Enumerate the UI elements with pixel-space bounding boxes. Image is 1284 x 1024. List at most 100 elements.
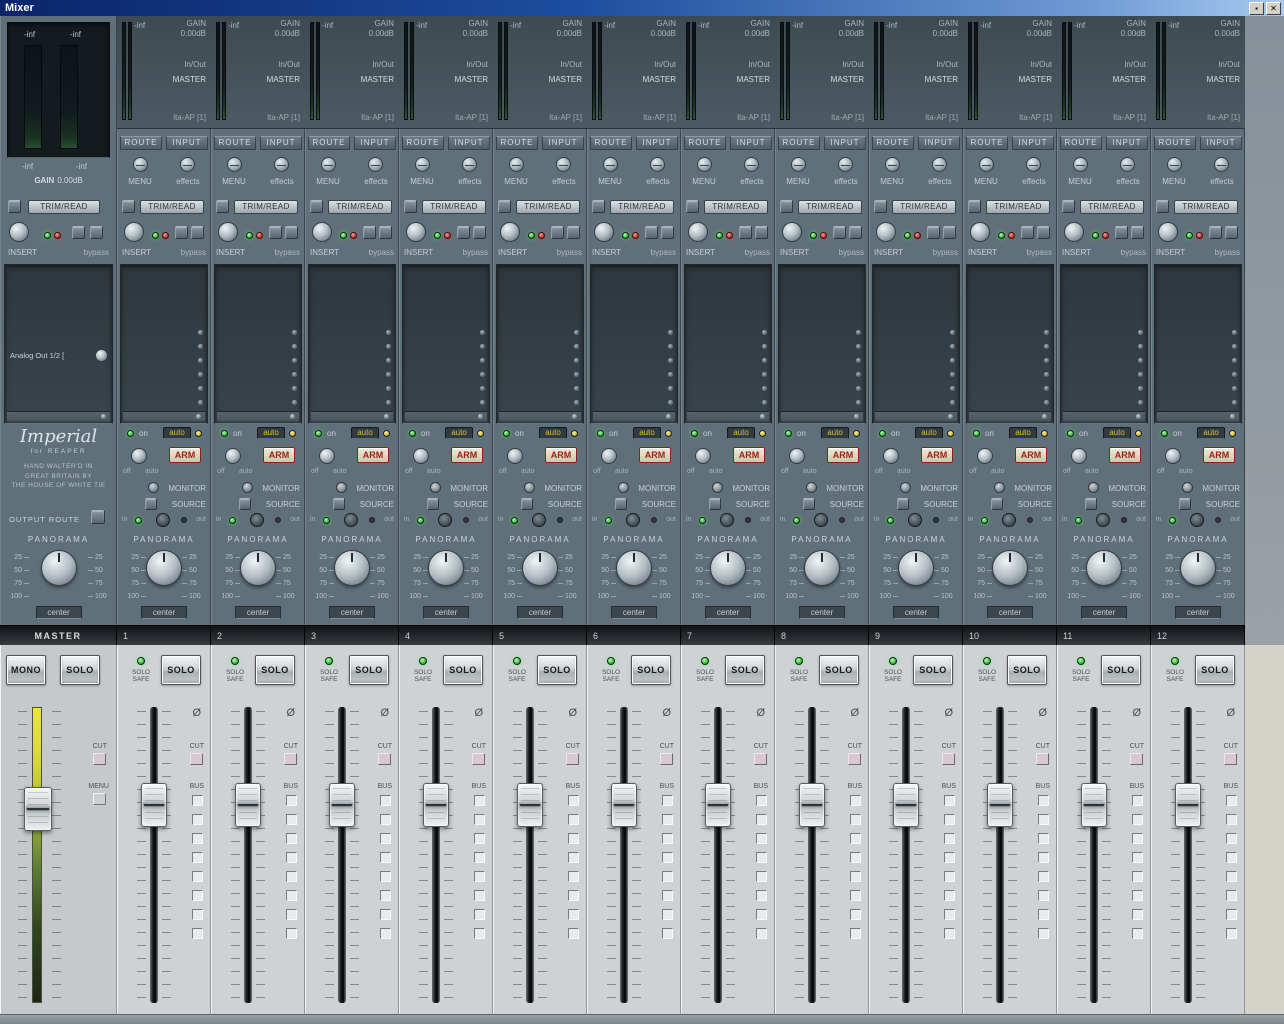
fx-add-slot[interactable] bbox=[593, 411, 675, 421]
fx-insert-list[interactable] bbox=[1060, 264, 1148, 424]
automation-button[interactable]: auto bbox=[821, 427, 849, 439]
cut-button[interactable] bbox=[848, 753, 861, 765]
monitor-button[interactable] bbox=[148, 482, 159, 493]
fx-add-slot[interactable] bbox=[499, 411, 581, 421]
io-select-knob[interactable] bbox=[720, 513, 734, 527]
bus-checkbox[interactable] bbox=[568, 833, 579, 844]
track-on-led[interactable] bbox=[503, 430, 510, 437]
bus-checkbox[interactable] bbox=[756, 909, 767, 920]
fx-insert-list[interactable] bbox=[496, 264, 584, 424]
channel-tab[interactable]: 7 bbox=[681, 625, 775, 645]
bypass-button[interactable] bbox=[849, 226, 862, 239]
automation-button[interactable]: auto bbox=[915, 427, 943, 439]
track-on-led[interactable] bbox=[973, 430, 980, 437]
insert-button[interactable] bbox=[1115, 226, 1128, 239]
output-route-knob[interactable] bbox=[95, 349, 108, 362]
trim-mode-button[interactable] bbox=[968, 200, 981, 213]
volume-fader[interactable] bbox=[235, 783, 261, 827]
bus-checkbox[interactable] bbox=[1038, 890, 1049, 901]
bus-checkbox[interactable] bbox=[1038, 909, 1049, 920]
pan-value-readout[interactable]: center bbox=[517, 606, 563, 619]
bus-checkbox[interactable] bbox=[850, 871, 861, 882]
fader-track[interactable] bbox=[620, 707, 628, 1003]
monitor-button[interactable] bbox=[336, 482, 347, 493]
route-section-header[interactable]: ROUTE bbox=[966, 136, 1008, 150]
insert-button[interactable] bbox=[645, 226, 658, 239]
solo-safe-led[interactable] bbox=[701, 657, 709, 665]
pan-value-readout[interactable]: center bbox=[611, 606, 657, 619]
route-menu-knob[interactable] bbox=[603, 157, 618, 172]
insert-button[interactable] bbox=[551, 226, 564, 239]
trim-read-button[interactable]: TRIM/READ bbox=[28, 200, 100, 214]
bus-checkbox[interactable] bbox=[192, 795, 203, 806]
titlebar[interactable]: Mixer ▪ ✕ bbox=[0, 0, 1284, 16]
master-volume-fader[interactable] bbox=[24, 787, 52, 831]
phase-invert-icon[interactable]: Ø bbox=[192, 707, 201, 719]
route-menu-label[interactable]: MENU bbox=[587, 177, 633, 186]
source-button[interactable] bbox=[333, 498, 345, 510]
fader-track[interactable] bbox=[432, 707, 440, 1003]
channel-tab[interactable]: 9 bbox=[869, 625, 963, 645]
bus-checkbox[interactable] bbox=[1226, 871, 1237, 882]
bus-checkbox[interactable] bbox=[1132, 928, 1143, 939]
solo-button[interactable]: SOLO bbox=[725, 655, 765, 685]
solo-button[interactable]: SOLO bbox=[1195, 655, 1235, 685]
channel-tab[interactable]: 11 bbox=[1057, 625, 1151, 645]
pan-value-readout[interactable]: center bbox=[235, 606, 281, 619]
fx-add-slot[interactable] bbox=[1157, 411, 1239, 421]
solo-safe-led[interactable] bbox=[795, 657, 803, 665]
bypass-button[interactable] bbox=[90, 226, 103, 239]
trim-read-button[interactable]: TRIM/READ bbox=[328, 200, 392, 214]
bus-checkbox[interactable] bbox=[944, 909, 955, 920]
input-fx-knob[interactable] bbox=[180, 157, 195, 172]
fx-insert-list[interactable] bbox=[872, 264, 960, 424]
bus-checkbox[interactable] bbox=[944, 871, 955, 882]
fx-insert-list[interactable] bbox=[308, 264, 396, 424]
pan-knob[interactable] bbox=[240, 550, 276, 586]
fader-track[interactable] bbox=[808, 707, 816, 1003]
io-select-knob[interactable] bbox=[156, 513, 170, 527]
record-mode-knob[interactable] bbox=[507, 448, 523, 464]
phase-invert-icon[interactable]: Ø bbox=[568, 707, 577, 719]
bus-checkbox[interactable] bbox=[1038, 928, 1049, 939]
master-tab[interactable]: MASTER bbox=[0, 625, 117, 645]
route-section-header[interactable]: ROUTE bbox=[872, 136, 914, 150]
fx-add-slot[interactable] bbox=[969, 411, 1051, 421]
bus-checkbox[interactable] bbox=[474, 928, 485, 939]
bypass-button[interactable] bbox=[1225, 226, 1238, 239]
trim-mode-button[interactable] bbox=[8, 200, 21, 213]
input-section-header[interactable]: INPUT bbox=[730, 136, 772, 150]
insert-gain-knob[interactable] bbox=[688, 222, 708, 242]
source-button[interactable] bbox=[427, 498, 439, 510]
volume-fader[interactable] bbox=[329, 783, 355, 827]
io-select-knob[interactable] bbox=[626, 513, 640, 527]
trim-mode-button[interactable] bbox=[1156, 200, 1169, 213]
automation-button[interactable]: auto bbox=[1197, 427, 1225, 439]
automation-button[interactable]: auto bbox=[727, 427, 755, 439]
bus-checkbox[interactable] bbox=[380, 890, 391, 901]
insert-button[interactable] bbox=[72, 226, 85, 239]
bus-checkbox[interactable] bbox=[662, 795, 673, 806]
record-arm-button[interactable]: ARM bbox=[1109, 447, 1141, 463]
source-button[interactable] bbox=[1179, 498, 1191, 510]
monitor-button[interactable] bbox=[242, 482, 253, 493]
fx-add-slot[interactable] bbox=[1063, 411, 1145, 421]
insert-button[interactable] bbox=[927, 226, 940, 239]
automation-button[interactable]: auto bbox=[257, 427, 285, 439]
bus-checkbox[interactable] bbox=[380, 852, 391, 863]
volume-fader[interactable] bbox=[1081, 783, 1107, 827]
insert-gain-knob[interactable] bbox=[970, 222, 990, 242]
io-select-knob[interactable] bbox=[1096, 513, 1110, 527]
solo-button[interactable]: SOLO bbox=[60, 655, 100, 685]
bus-checkbox[interactable] bbox=[286, 833, 297, 844]
effects-label[interactable]: effects bbox=[823, 177, 869, 186]
master-route-list[interactable]: Analog Out 1/2 [ bbox=[4, 264, 113, 424]
monitor-button[interactable] bbox=[618, 482, 629, 493]
cut-button[interactable] bbox=[942, 753, 955, 765]
solo-button[interactable]: SOLO bbox=[819, 655, 859, 685]
phase-invert-icon[interactable]: Ø bbox=[380, 707, 389, 719]
fader-track[interactable] bbox=[902, 707, 910, 1003]
close-icon[interactable]: ✕ bbox=[1266, 2, 1281, 15]
cut-button[interactable] bbox=[754, 753, 767, 765]
input-section-header[interactable]: INPUT bbox=[824, 136, 866, 150]
